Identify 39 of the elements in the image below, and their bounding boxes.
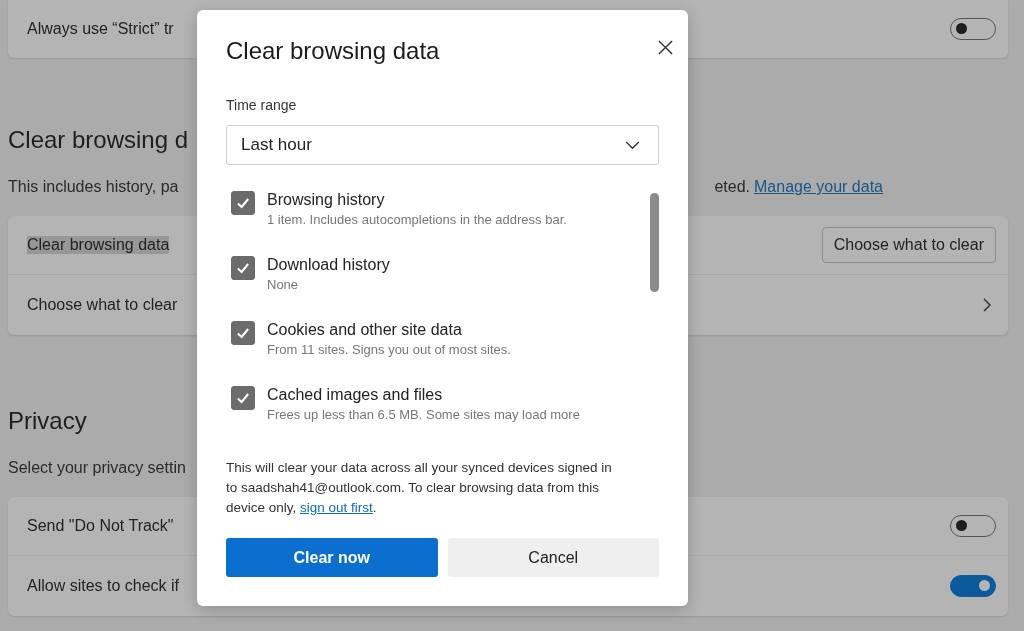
section-description: eted.	[714, 178, 750, 196]
section-description: This includes history, pa	[8, 178, 179, 196]
time-range-dropdown[interactable]: Last hour	[226, 125, 659, 165]
choose-what-to-clear-button[interactable]: Choose what to clear	[821, 227, 996, 263]
section-heading: Clear browsing d	[8, 126, 189, 154]
check-icon	[235, 325, 251, 341]
setting-label: Choose what to clear	[27, 296, 178, 314]
dialog-title: Clear browsing data	[226, 37, 440, 65]
checkbox-label: Browsing history	[267, 191, 385, 209]
setting-label: Send "Do Not Track"	[27, 517, 174, 535]
sync-notice: This will clear your data across all your synced devices signed in to saadshah41@outlook.com. To clear browsing data from this device only, sign out first.	[226, 459, 613, 517]
chevron-down-icon	[625, 140, 640, 150]
checkbox[interactable]	[231, 256, 255, 280]
cancel-button[interactable]: Cancel	[447, 538, 659, 577]
checkbox[interactable]	[231, 386, 255, 410]
clear-now-button[interactable]: Clear now	[226, 538, 438, 577]
setting-label: Clear browsing data	[27, 236, 170, 254]
check-icon	[235, 390, 251, 406]
item-detail: None	[267, 277, 299, 292]
check-icon	[235, 260, 251, 276]
field-label: Time range	[226, 97, 297, 113]
section-description: Select your privacy settin	[8, 459, 186, 477]
checkbox-label: Download history	[267, 256, 390, 274]
item-detail: Frees up less than 6.5 MB. Some sites may load more	[267, 407, 580, 422]
section-heading: Privacy	[8, 407, 87, 435]
checkbox-label: Cookies and other site data	[267, 321, 462, 339]
sign-out-link[interactable]: sign out first	[300, 500, 373, 515]
toggle-switch[interactable]	[950, 575, 996, 597]
setting-label: Allow sites to check if	[27, 577, 180, 595]
chevron-right-icon[interactable]	[982, 297, 992, 313]
item-detail: From 11 sites. Signs you out of most sites.	[267, 342, 511, 357]
checkbox[interactable]	[231, 191, 255, 215]
scrollbar-thumb[interactable]	[650, 193, 659, 292]
check-icon	[235, 195, 251, 211]
checkbox[interactable]	[231, 321, 255, 345]
setting-label: Always use “Strict” tr	[27, 20, 174, 38]
checkbox-label: Cached images and files	[267, 386, 443, 404]
close-icon[interactable]	[658, 40, 673, 55]
item-detail: 1 item. Includes autocompletions in the address bar.	[267, 212, 567, 227]
